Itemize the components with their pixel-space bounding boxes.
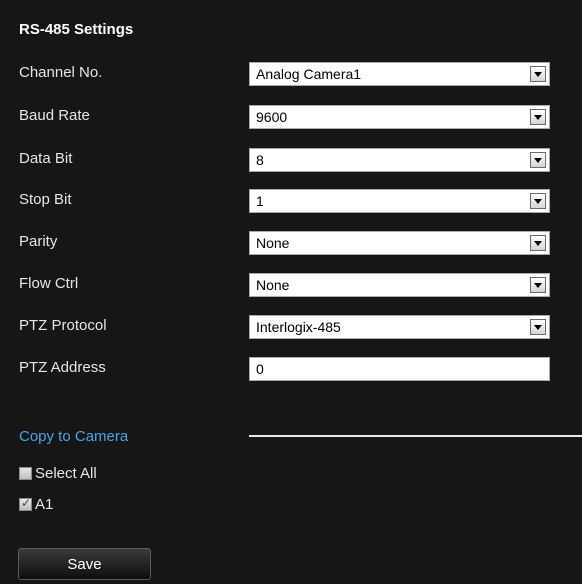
ptz-protocol-label: PTZ Protocol: [19, 317, 107, 334]
stop-bit-label: Stop Bit: [19, 191, 72, 208]
baud-rate-value: 9600: [256, 109, 288, 125]
save-button[interactable]: Save: [18, 548, 151, 580]
select-all-checkbox[interactable]: [19, 467, 32, 480]
flow-ctrl-value: None: [256, 277, 290, 293]
select-all-label: Select All: [35, 465, 97, 482]
chevron-down-icon[interactable]: [530, 235, 546, 251]
chevron-down-icon[interactable]: [530, 152, 546, 168]
chevron-down-icon[interactable]: [530, 193, 546, 209]
channel-no-label: Channel No.: [19, 64, 103, 81]
parity-label: Parity: [19, 233, 58, 250]
camera-a1-label: A1: [35, 496, 54, 513]
chevron-down-icon[interactable]: [530, 319, 546, 335]
chevron-down-icon[interactable]: [530, 277, 546, 293]
chevron-down-icon[interactable]: [530, 109, 546, 125]
ptz-address-label: PTZ Address: [19, 359, 106, 376]
parity-value: None: [256, 235, 290, 251]
baud-rate-label: Baud Rate: [19, 107, 90, 124]
select-all-row[interactable]: Select All: [19, 465, 97, 482]
divider: [249, 435, 582, 437]
camera-a1-checkbox[interactable]: [19, 496, 32, 511]
flow-ctrl-select[interactable]: None: [249, 273, 550, 297]
chevron-down-icon[interactable]: [530, 66, 546, 82]
camera-a1-row[interactable]: A1: [19, 496, 53, 513]
data-bit-label: Data Bit: [19, 150, 73, 167]
ptz-protocol-value: Interlogix-485: [256, 319, 341, 335]
data-bit-select[interactable]: 8: [249, 148, 550, 172]
copy-to-camera-label: Copy to Camera: [19, 428, 129, 445]
flow-ctrl-label: Flow Ctrl: [19, 275, 79, 292]
parity-select[interactable]: None: [249, 231, 550, 255]
page-title: RS-485 Settings: [19, 21, 134, 38]
ptz-protocol-select[interactable]: Interlogix-485: [249, 315, 550, 339]
channel-no-value: Analog Camera1: [256, 66, 362, 82]
stop-bit-select[interactable]: 1: [249, 189, 550, 213]
ptz-address-input[interactable]: [249, 357, 550, 381]
channel-no-select[interactable]: Analog Camera1: [249, 62, 550, 86]
stop-bit-value: 1: [256, 193, 264, 209]
data-bit-value: 8: [256, 152, 264, 168]
baud-rate-select[interactable]: 9600: [249, 105, 550, 129]
